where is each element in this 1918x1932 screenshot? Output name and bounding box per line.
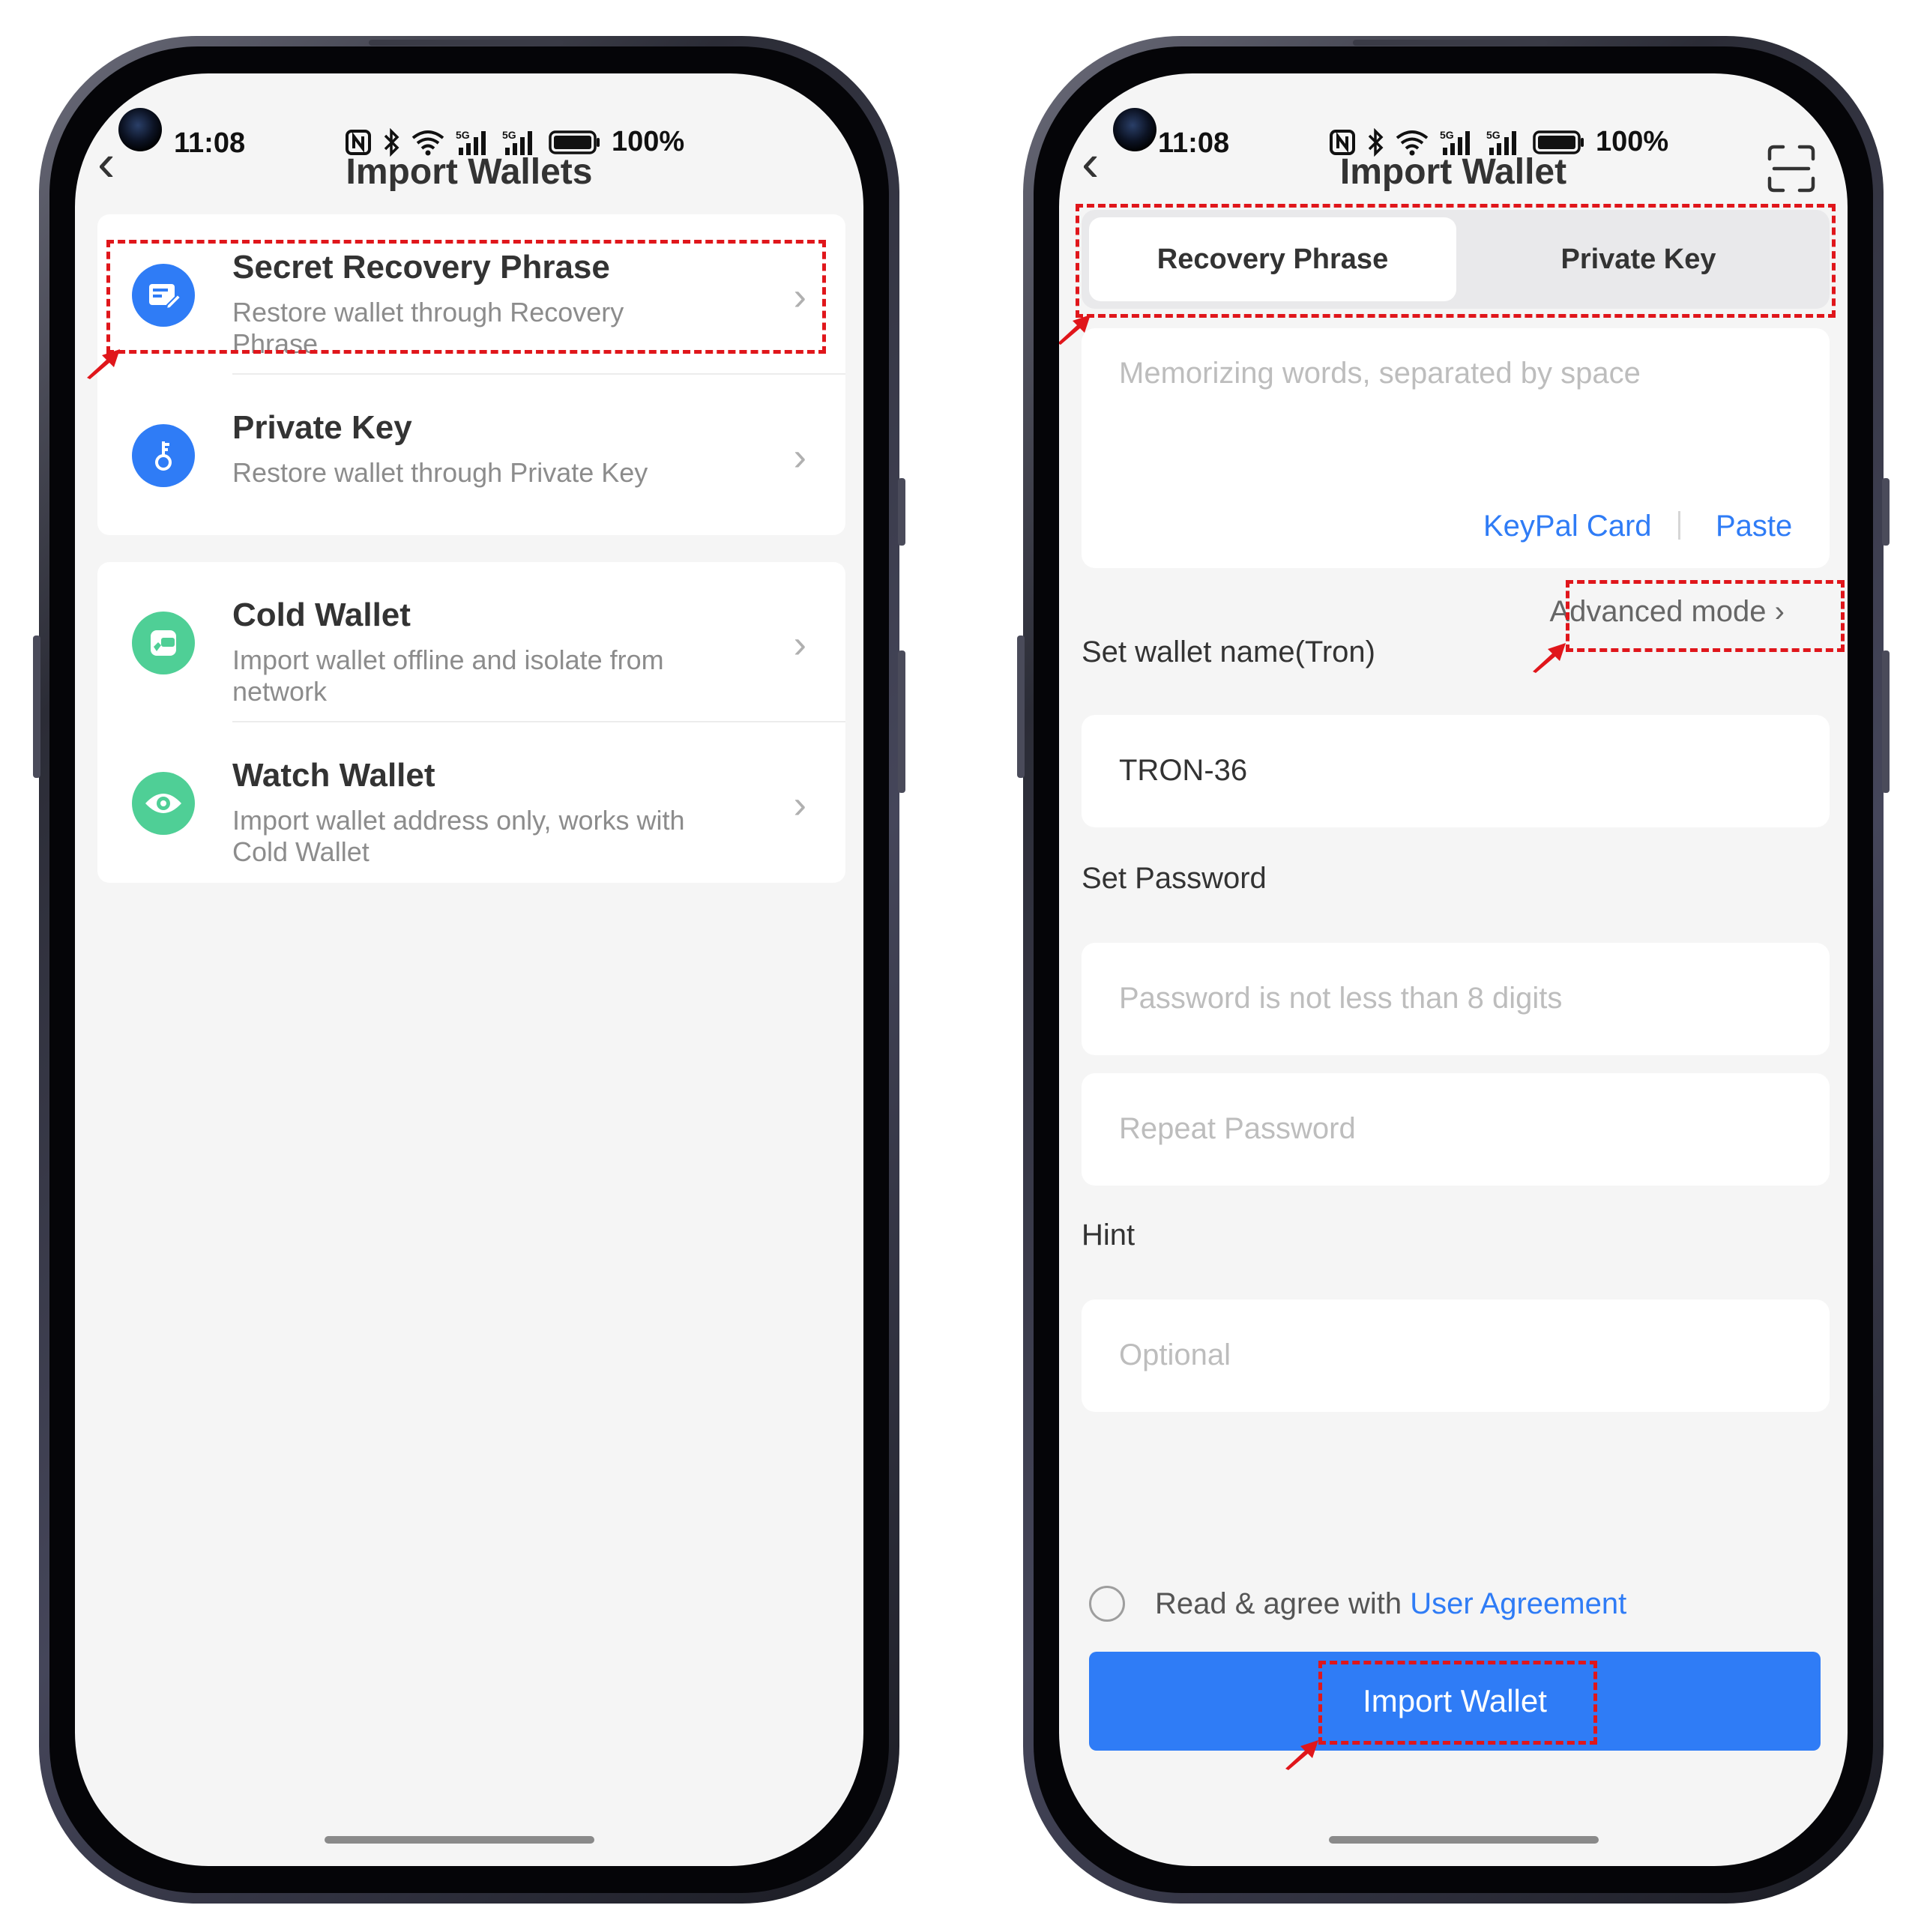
chevron-right-icon: › xyxy=(793,275,806,319)
agree-checkbox[interactable] xyxy=(1089,1586,1125,1622)
scan-qr-icon[interactable] xyxy=(1767,144,1816,193)
option-title: Private Key xyxy=(232,409,412,446)
option-title: Cold Wallet xyxy=(232,597,411,633)
chevron-right-icon: › xyxy=(793,783,806,827)
chevron-right-icon: › xyxy=(793,435,806,479)
keypal-card-link[interactable]: KeyPal Card xyxy=(1483,510,1652,543)
option-subtitle: Restore wallet through Private Key xyxy=(232,457,648,488)
page-title: Import Wallets xyxy=(346,152,593,192)
hint-placeholder: Optional xyxy=(1119,1338,1231,1371)
advanced-mode-link[interactable]: Advanced mode › xyxy=(1549,595,1785,629)
agreement-text: Read & agree with User Agreement xyxy=(1155,1587,1626,1621)
user-agreement-link[interactable]: User Agreement xyxy=(1410,1587,1626,1620)
password-placeholder: Password is not less than 8 digits xyxy=(1119,982,1563,1015)
screen-import-wallets: 11:08 5G 5G 100% ‹ Import Wallets Secret… xyxy=(75,73,863,1866)
power-button xyxy=(898,650,905,793)
option-subtitle: Restore wallet through Recovery Phrase xyxy=(232,297,624,359)
separator xyxy=(1678,511,1680,540)
home-indicator[interactable] xyxy=(325,1836,594,1844)
bezel: 11:08 5G 5G 100% ‹ Import Wallets Secret… xyxy=(49,46,889,1893)
speaker-grille xyxy=(1353,40,1548,46)
cold-wallet-icon xyxy=(132,612,195,674)
import-options-card: Secret Recovery Phrase Restore wallet th… xyxy=(97,214,845,535)
key-icon xyxy=(132,424,195,487)
hint-input[interactable]: Optional xyxy=(1082,1299,1830,1412)
recovery-phrase-input[interactable]: Memorizing words, separated by space Key… xyxy=(1082,328,1830,568)
bezel: 11:08 5G 5G 100% ‹ Import Wallet Recover… xyxy=(1034,46,1873,1893)
speaker-grille xyxy=(369,40,564,46)
import-type-tabs: Recovery Phrase Private Key xyxy=(1082,210,1830,309)
hint-label: Hint xyxy=(1082,1219,1136,1252)
recovery-phrase-icon xyxy=(132,264,195,327)
phone-frame-left: 11:08 5G 5G 100% ‹ Import Wallets Secret… xyxy=(33,36,905,1904)
paste-link[interactable]: Paste xyxy=(1716,510,1792,543)
svg-text:5G: 5G xyxy=(502,129,516,141)
page-title: Import Wallet xyxy=(1339,152,1567,192)
wallet-name-input[interactable]: TRON-36 xyxy=(1082,715,1830,827)
volume-button xyxy=(1017,636,1025,778)
option-cold-wallet[interactable]: Cold Wallet Import wallet offline and is… xyxy=(97,562,845,721)
volume-button xyxy=(33,636,40,778)
eye-icon xyxy=(132,772,195,835)
option-title: Watch Wallet xyxy=(232,757,435,794)
advanced-mode-label: Advanced mode xyxy=(1549,595,1767,628)
option-secret-recovery-phrase[interactable]: Secret Recovery Phrase Restore wallet th… xyxy=(97,214,845,373)
power-button xyxy=(1882,650,1890,793)
phone-frame-right: 11:08 5G 5G 100% ‹ Import Wallet Recover… xyxy=(1017,36,1890,1904)
home-indicator[interactable] xyxy=(1329,1836,1599,1844)
front-camera xyxy=(1113,108,1156,151)
password-input[interactable]: Password is not less than 8 digits xyxy=(1082,943,1830,1055)
option-subtitle: Import wallet address only, works with C… xyxy=(232,805,685,867)
svg-text:5G: 5G xyxy=(1440,129,1454,141)
svg-text:5G: 5G xyxy=(1486,129,1501,141)
password-label: Set Password xyxy=(1082,862,1267,895)
tab-recovery-phrase[interactable]: Recovery Phrase xyxy=(1089,217,1456,301)
chevron-right-icon: › xyxy=(1774,595,1785,628)
chevron-right-icon: › xyxy=(793,623,806,666)
option-subtitle: Import wallet offline and isolate from n… xyxy=(232,644,664,707)
option-title: Secret Recovery Phrase xyxy=(232,249,610,286)
wallet-name-value: TRON-36 xyxy=(1119,754,1248,787)
pointer-arrow-icon xyxy=(1533,643,1566,673)
screen-import-wallet: 11:08 5G 5G 100% ‹ Import Wallet Recover… xyxy=(1059,73,1848,1866)
repeat-password-input[interactable]: Repeat Password xyxy=(1082,1073,1830,1186)
phrase-placeholder: Memorizing words, separated by space xyxy=(1119,357,1641,390)
pointer-arrow-icon xyxy=(1059,315,1091,345)
cold-watch-card: Cold Wallet Import wallet offline and is… xyxy=(97,562,845,883)
import-wallet-button[interactable]: Import Wallet xyxy=(1089,1652,1821,1751)
svg-text:5G: 5G xyxy=(456,129,470,141)
pointer-arrow-icon xyxy=(1285,1740,1318,1770)
pointer-arrow-icon xyxy=(87,349,120,379)
repeat-password-placeholder: Repeat Password xyxy=(1119,1112,1356,1145)
side-button xyxy=(1882,478,1890,546)
side-button xyxy=(898,478,905,546)
tab-private-key[interactable]: Private Key xyxy=(1455,217,1822,301)
front-camera xyxy=(118,108,162,151)
wallet-name-label: Set wallet name(Tron) xyxy=(1082,636,1375,668)
option-watch-wallet[interactable]: Watch Wallet Import wallet address only,… xyxy=(97,722,845,881)
option-private-key[interactable]: Private Key Restore wallet through Priva… xyxy=(97,375,845,534)
agree-prefix: Read & agree with xyxy=(1155,1587,1411,1620)
